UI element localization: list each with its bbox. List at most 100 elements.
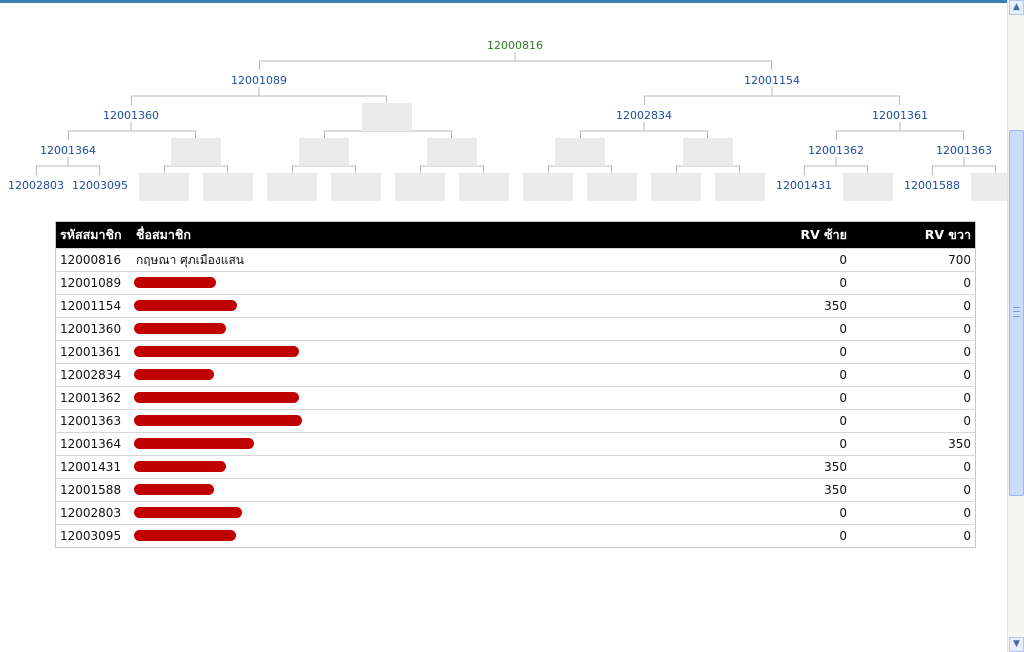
rv-right-cell: 0: [851, 317, 976, 341]
member-code-cell: 12001089: [55, 271, 132, 295]
redaction-mark: [134, 530, 236, 541]
tree-empty-slot: [683, 138, 733, 166]
rv-left-cell: 350: [723, 294, 851, 318]
rv-right-cell: 0: [851, 294, 976, 318]
table-row: 12001360 0 0: [55, 317, 976, 341]
tree-node[interactable]: 12001588: [904, 179, 960, 192]
table-row: 12001364 0 350: [55, 432, 976, 456]
redaction-mark: [134, 438, 254, 449]
rv-right-cell: 0: [851, 386, 976, 410]
tree-empty-slot: [395, 173, 445, 201]
tree-node[interactable]: 12001364: [40, 144, 96, 157]
member-name-cell: [132, 478, 723, 502]
member-name-cell: [132, 271, 723, 295]
tree-node[interactable]: 12001089: [231, 74, 287, 87]
scroll-down-button[interactable]: ▼: [1009, 637, 1024, 652]
rv-left-cell: 350: [723, 478, 851, 502]
scrollbar-thumb[interactable]: [1009, 130, 1024, 496]
tree-node[interactable]: 12003095: [72, 179, 128, 192]
member-code-cell: 12002803: [55, 501, 132, 525]
tree-node[interactable]: 12001361: [872, 109, 928, 122]
tree-empty-slot: [555, 138, 605, 166]
table-row: 12003095 0 0: [55, 524, 976, 548]
member-name-cell: [132, 386, 723, 410]
rv-left-cell: 350: [723, 455, 851, 479]
header-rv-left: RV ซ้าย: [723, 221, 851, 249]
tree-empty-slot: [459, 173, 509, 201]
tree-empty-slot: [971, 173, 1007, 201]
table-row: 12001154 350 0: [55, 294, 976, 318]
redaction-mark: [134, 323, 226, 334]
tree-node[interactable]: 12001362: [808, 144, 864, 157]
table-row: 12001588 350 0: [55, 478, 976, 502]
header-member-code: รหัสสมาชิก: [55, 221, 132, 249]
member-name-cell: [132, 455, 723, 479]
rv-right-cell: 0: [851, 524, 976, 548]
rv-left-cell: 0: [723, 524, 851, 548]
tree-empty-slot: [203, 173, 253, 201]
tree-node[interactable]: 12001154: [744, 74, 800, 87]
rv-right-cell: 0: [851, 271, 976, 295]
rv-right-cell: 0: [851, 478, 976, 502]
redaction-mark: [134, 507, 242, 518]
vertical-scrollbar[interactable]: ▲ ▼: [1007, 0, 1024, 652]
rv-right-cell: 0: [851, 363, 976, 387]
rv-right-cell: 350: [851, 432, 976, 456]
table-row: 12001361 0 0: [55, 340, 976, 364]
member-code-cell: 12002834: [55, 363, 132, 387]
tree-empty-slot: [139, 173, 189, 201]
tree-node-root[interactable]: 12000816: [487, 39, 543, 52]
member-name-cell: [132, 524, 723, 548]
redaction-mark: [134, 392, 299, 403]
rv-left-cell: 0: [723, 271, 851, 295]
tree-node[interactable]: 12001360: [103, 109, 159, 122]
member-code-cell: 12001363: [55, 409, 132, 433]
member-name-cell: [132, 409, 723, 433]
table-row: 12002803 0 0: [55, 501, 976, 525]
tree-empty-slot: [843, 173, 893, 201]
tree-empty-slot: [523, 173, 573, 201]
member-name-cell: [132, 294, 723, 318]
tree-node[interactable]: 12001363: [936, 144, 992, 157]
rv-left-cell: 0: [723, 432, 851, 456]
tree-empty-slot: [331, 173, 381, 201]
tree-node[interactable]: 12001431: [776, 179, 832, 192]
table-row: 12001431 350 0: [55, 455, 976, 479]
member-code-cell: 12003095: [55, 524, 132, 548]
member-code-cell: 12000816: [55, 248, 132, 272]
rv-left-cell: 0: [723, 501, 851, 525]
member-name-cell: [132, 363, 723, 387]
triangle-up-icon: ▲: [1013, 2, 1020, 12]
tree-empty-slot: [362, 103, 412, 131]
member-code-cell: 12001361: [55, 340, 132, 364]
tree-empty-slot: [651, 173, 701, 201]
member-name-cell: [132, 340, 723, 364]
member-code-cell: 12001362: [55, 386, 132, 410]
redaction-mark: [134, 346, 299, 357]
rv-right-cell: 0: [851, 455, 976, 479]
header-member-name: ชื่อสมาชิก: [132, 221, 723, 249]
member-code-cell: 12001364: [55, 432, 132, 456]
table-row: 12001362 0 0: [55, 386, 976, 410]
redaction-mark: [134, 461, 226, 472]
tree-node[interactable]: 12002834: [616, 109, 672, 122]
member-table: รหัสสมาชิก ชื่อสมาชิก RV ซ้าย RV ขวา 120…: [55, 221, 976, 548]
redaction-mark: [134, 484, 214, 495]
scroll-up-button[interactable]: ▲: [1009, 0, 1024, 15]
member-code-cell: 12001431: [55, 455, 132, 479]
rv-left-cell: 0: [723, 409, 851, 433]
rv-left-cell: 0: [723, 340, 851, 364]
member-name-cell: [132, 501, 723, 525]
tree-empty-slot: [427, 138, 477, 166]
member-name-cell: กฤษณา ศุภเมืองแสน: [132, 248, 723, 272]
rv-left-cell: 0: [723, 386, 851, 410]
tree-empty-slot: [267, 173, 317, 201]
rv-left-cell: 0: [723, 363, 851, 387]
member-code-cell: 12001154: [55, 294, 132, 318]
member-code-cell: 12001588: [55, 478, 132, 502]
rv-left-cell: 0: [723, 317, 851, 341]
main-content: 12000816 12001089 12001154 12001360 12002834…: [0, 0, 1007, 652]
tree-node[interactable]: 12002803: [8, 179, 64, 192]
rv-left-cell: 0: [723, 248, 851, 272]
table-header-row: รหัสสมาชิก ชื่อสมาชิก RV ซ้าย RV ขวา: [55, 221, 976, 249]
